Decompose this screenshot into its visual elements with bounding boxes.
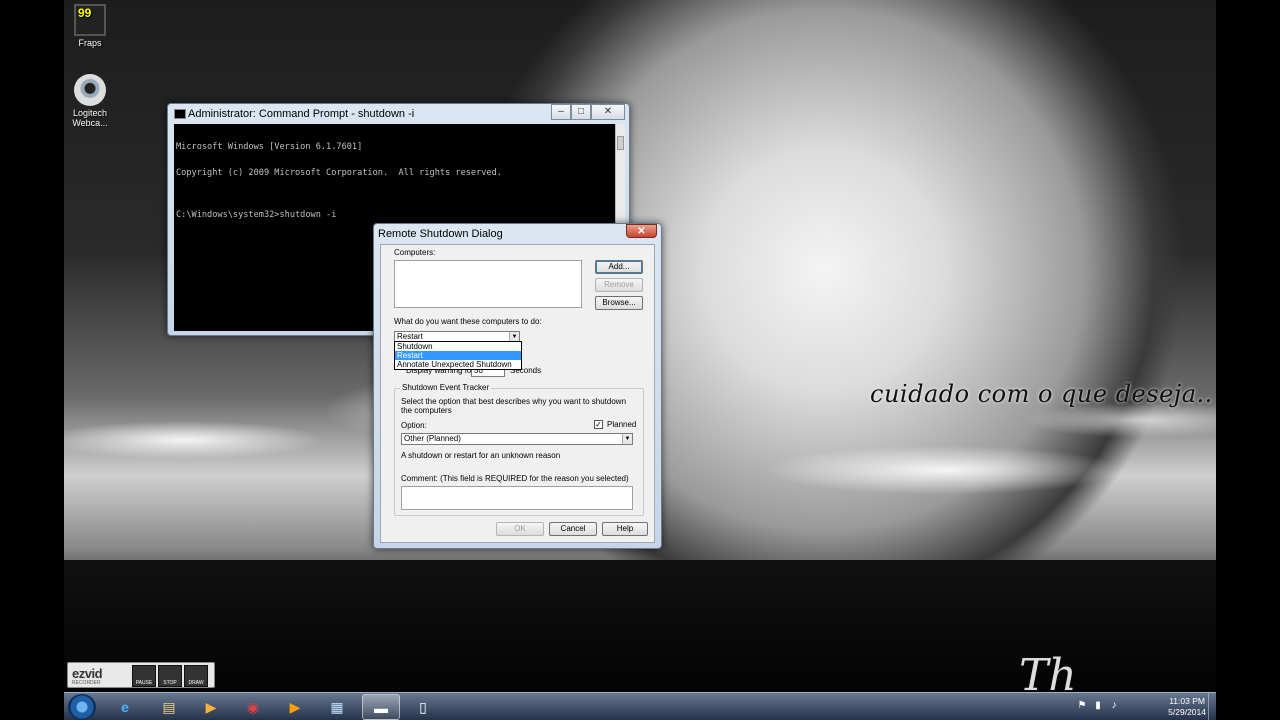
- folder-icon[interactable]: ▤: [150, 694, 188, 720]
- shutdown-event-tracker-group: Shutdown Event Tracker Select the option…: [394, 383, 644, 516]
- document-icon[interactable]: ▯: [404, 694, 442, 720]
- computers-label: Computers:: [394, 248, 436, 257]
- cmd-title: Administrator: Command Prompt - shutdown…: [188, 108, 415, 120]
- browse-button[interactable]: Browse...: [595, 296, 643, 310]
- clock[interactable]: 11:03 PM 5/29/2014: [1168, 696, 1206, 718]
- taskbar: e ▤ ▶ ◉ ▶ ▦ ▬ ▯ ⚑ ▮ ♪ 11:03 PM 5/29/2014: [64, 692, 1216, 720]
- system-tray: ⚑ ▮ ♪ 11:03 PM 5/29/2014: [1076, 693, 1216, 720]
- wallpaper-caption: cuidado com o que deseja..: [870, 380, 1213, 408]
- cmd-titlebar[interactable]: Administrator: Command Prompt - shutdown…: [168, 104, 629, 124]
- remote-shutdown-dialog[interactable]: Remote Shutdown Dialog ✕ Computers: Add.…: [373, 223, 662, 549]
- clock-time: 11:03 PM: [1169, 696, 1205, 706]
- computers-listbox[interactable]: [394, 260, 582, 308]
- pause-button[interactable]: PAUSE: [132, 665, 156, 687]
- clock-date: 5/29/2014: [1168, 707, 1206, 717]
- option-select-value: Other (Planned): [404, 434, 461, 443]
- tracker-description: Select the option that best describes wh…: [401, 397, 627, 415]
- help-button[interactable]: Help: [602, 522, 648, 536]
- start-button[interactable]: [68, 694, 96, 720]
- ezvid-recorder-bar[interactable]: ezvid RECORDER PAUSE STOP DRAW: [67, 662, 215, 688]
- cmd-app-icon: [174, 109, 186, 119]
- dialog-close-button[interactable]: ✕: [626, 224, 657, 238]
- ie-icon[interactable]: e: [106, 694, 144, 720]
- desktop-icon-fraps[interactable]: 99 Fraps: [62, 4, 118, 48]
- console-line: Copyright (c) 2009 Microsoft Corporation…: [176, 167, 502, 178]
- dropdown-option-shutdown[interactable]: Shutdown: [395, 342, 521, 351]
- scrollbar-thumb[interactable]: [617, 136, 624, 150]
- action-label: What do you want these computers to do:: [394, 317, 542, 326]
- planned-checkbox[interactable]: ✓: [594, 420, 603, 429]
- desktop-icon-label: Fraps: [78, 38, 102, 48]
- remove-button[interactable]: Remove: [595, 278, 643, 292]
- media-player-icon[interactable]: ▶: [192, 694, 230, 720]
- minimize-button[interactable]: –: [551, 104, 571, 120]
- desktop-icon-logitech-webcam[interactable]: Logitech Webca...: [62, 74, 118, 128]
- stop-button[interactable]: STOP: [158, 665, 182, 687]
- desktop-icon-label: Logitech Webca...: [72, 108, 108, 128]
- option-label: Option:: [401, 421, 427, 430]
- action-select-value: Restart: [397, 332, 423, 341]
- console-line: C:\Windows\system32>shutdown -i: [176, 210, 337, 220]
- dialog-body: Computers: Add... Remove Browse... What …: [380, 244, 655, 543]
- media-icon[interactable]: ▶: [276, 694, 314, 720]
- comment-textarea[interactable]: [401, 486, 633, 510]
- app-window-icon[interactable]: ▦: [318, 694, 356, 720]
- add-button[interactable]: Add...: [595, 260, 643, 274]
- ok-button[interactable]: OK: [496, 522, 544, 536]
- group-title: Shutdown Event Tracker: [400, 383, 492, 392]
- command-prompt-icon[interactable]: ▬: [362, 694, 400, 720]
- fraps-icon: 99: [74, 4, 106, 36]
- planned-label: Planned: [607, 420, 637, 429]
- webcam-icon: [74, 74, 106, 106]
- close-button[interactable]: ✕: [591, 104, 625, 120]
- dialog-title: Remote Shutdown Dialog: [378, 228, 503, 240]
- option-select[interactable]: Other (Planned) ▼: [401, 433, 633, 445]
- maximize-button[interactable]: □: [571, 104, 591, 120]
- show-desktop-button[interactable]: [1208, 693, 1216, 720]
- ezvid-logo: ezvid: [72, 666, 103, 681]
- comment-label: Comment: (This field is REQUIRED for the…: [401, 474, 629, 483]
- dialog-titlebar[interactable]: Remote Shutdown Dialog ✕: [374, 224, 661, 244]
- dropdown-option-restart[interactable]: Restart: [395, 351, 521, 360]
- chevron-down-icon[interactable]: ▼: [622, 434, 632, 444]
- action-dropdown-list[interactable]: Shutdown Restart Annotate Unexpected Shu…: [394, 341, 522, 370]
- console-line: Microsoft Windows [Version 6.1.7601]: [176, 142, 363, 152]
- reason-description: A shutdown or restart for an unknown rea…: [401, 451, 561, 460]
- chrome-icon[interactable]: ◉: [234, 694, 272, 720]
- cancel-button[interactable]: Cancel: [549, 522, 597, 536]
- volume-icon[interactable]: ♪: [1108, 700, 1120, 712]
- draw-button[interactable]: DRAW: [184, 665, 208, 687]
- ezvid-subtitle: RECORDER: [72, 680, 101, 686]
- flag-icon[interactable]: ⚑: [1076, 700, 1088, 712]
- network-icon[interactable]: ▮: [1092, 700, 1104, 712]
- dropdown-option-annotate[interactable]: Annotate Unexpected Shutdown: [395, 360, 521, 369]
